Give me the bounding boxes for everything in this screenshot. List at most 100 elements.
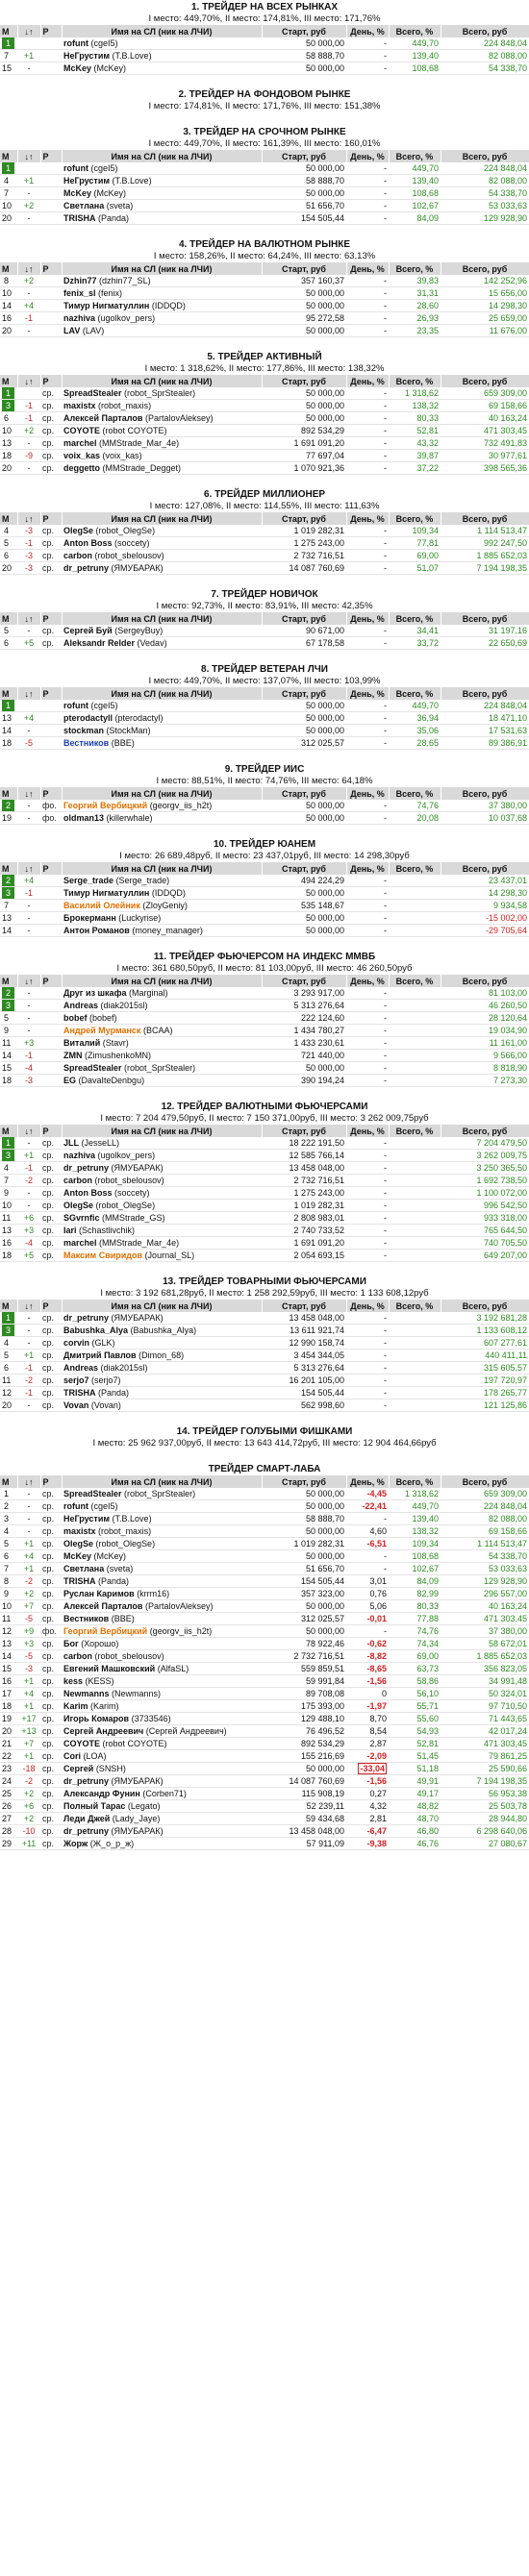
- participant-name-link[interactable]: Виталий: [63, 1038, 100, 1048]
- participant-name-link[interactable]: Брокерманн: [63, 913, 116, 923]
- header-change[interactable]: ↓↑: [17, 150, 41, 162]
- header-market[interactable]: P: [40, 1300, 63, 1312]
- header-market[interactable]: P: [40, 150, 63, 162]
- header-name[interactable]: Имя на СЛ (ник на ЛЧИ): [62, 512, 263, 525]
- header-total[interactable]: Всего, %: [389, 975, 441, 987]
- participant-name-link[interactable]: Anton Boss: [63, 538, 113, 548]
- participant-name-link[interactable]: dr_petruny: [63, 1313, 109, 1323]
- participant-name-link[interactable]: rofunt: [63, 701, 88, 710]
- header-day[interactable]: День, %: [346, 687, 390, 700]
- participant-name-link[interactable]: Алексей Парталов: [63, 413, 142, 423]
- header-day[interactable]: День, %: [346, 1300, 390, 1312]
- participant-name-link[interactable]: dr_petruny: [63, 1826, 109, 1836]
- participant-name-link[interactable]: Игорь Комаров: [63, 1714, 129, 1723]
- header-market[interactable]: P: [40, 512, 63, 525]
- header-start[interactable]: Старт, руб: [262, 512, 347, 525]
- participant-name-link[interactable]: Леди Джей: [63, 1814, 110, 1823]
- header-place[interactable]: М: [0, 150, 18, 162]
- participant-name-link[interactable]: McKey: [63, 188, 91, 198]
- participant-name-link[interactable]: Василий Олейник: [63, 901, 140, 910]
- participant-name-link[interactable]: Вестников: [63, 738, 109, 748]
- header-place[interactable]: М: [0, 1125, 18, 1137]
- header-total[interactable]: Всего, %: [389, 1300, 441, 1312]
- participant-name-link[interactable]: stockman: [63, 726, 104, 735]
- participant-name-link[interactable]: Полный Тарас: [63, 1801, 125, 1811]
- header-day[interactable]: День, %: [346, 375, 390, 387]
- participant-name-link[interactable]: Andreas: [63, 1363, 98, 1373]
- participant-name-link[interactable]: kess: [63, 1676, 83, 1686]
- header-day[interactable]: День, %: [346, 612, 390, 625]
- participant-name-link[interactable]: SpreadStealer: [63, 1489, 122, 1499]
- header-rub[interactable]: Всего, руб: [441, 25, 529, 37]
- participant-name-link[interactable]: rofunt: [63, 38, 88, 48]
- participant-name-link[interactable]: Светлана: [63, 201, 104, 211]
- participant-name-link[interactable]: rofunt: [63, 163, 88, 173]
- header-rub[interactable]: Всего, руб: [441, 512, 529, 525]
- header-name[interactable]: Имя на СЛ (ник на ЛЧИ): [62, 687, 263, 700]
- participant-name-link[interactable]: Максим Свиридов: [63, 1251, 142, 1260]
- header-rub[interactable]: Всего, руб: [441, 1475, 529, 1488]
- header-place[interactable]: М: [0, 512, 18, 525]
- header-place[interactable]: М: [0, 375, 18, 387]
- participant-name-link[interactable]: SGvrnfic: [63, 1213, 100, 1223]
- header-place[interactable]: М: [0, 787, 18, 800]
- header-market[interactable]: P: [40, 787, 63, 800]
- header-total[interactable]: Всего, %: [389, 787, 441, 800]
- participant-name-link[interactable]: Сергей Андреевич: [63, 1726, 143, 1736]
- participant-name-link[interactable]: Друг из шкафа: [63, 988, 126, 998]
- header-total[interactable]: Всего, %: [389, 1125, 441, 1137]
- header-rub[interactable]: Всего, руб: [441, 262, 529, 275]
- participant-name-link[interactable]: nazhiva: [63, 313, 95, 323]
- header-name[interactable]: Имя на СЛ (ник на ЛЧИ): [62, 1300, 263, 1312]
- header-market[interactable]: P: [40, 975, 63, 987]
- participant-name-link[interactable]: dr_petruny: [63, 1163, 109, 1173]
- header-rub[interactable]: Всего, руб: [441, 687, 529, 700]
- header-total[interactable]: Всего, %: [389, 150, 441, 162]
- participant-name-link[interactable]: pterodactyll: [63, 713, 113, 723]
- participant-name-link[interactable]: deggetto: [63, 463, 100, 473]
- header-day[interactable]: День, %: [346, 512, 390, 525]
- participant-name-link[interactable]: Dzhin77: [63, 276, 97, 285]
- participant-name-link[interactable]: Вестников: [63, 1614, 109, 1623]
- participant-name-link[interactable]: corvin: [63, 1338, 89, 1348]
- header-name[interactable]: Имя на СЛ (ник на ЛЧИ): [62, 787, 263, 800]
- header-change[interactable]: ↓↑: [17, 25, 41, 37]
- participant-name-link[interactable]: ZMN: [63, 1051, 83, 1060]
- header-market[interactable]: P: [40, 862, 63, 875]
- header-change[interactable]: ↓↑: [17, 787, 41, 800]
- participant-name-link[interactable]: НеГрустим: [63, 1514, 110, 1523]
- participant-name-link[interactable]: bobef: [63, 1013, 88, 1023]
- header-start[interactable]: Старт, руб: [262, 787, 347, 800]
- participant-name-link[interactable]: COYOTE: [63, 426, 100, 435]
- header-market[interactable]: P: [40, 25, 63, 37]
- header-market[interactable]: P: [40, 1125, 63, 1137]
- header-day[interactable]: День, %: [346, 787, 390, 800]
- header-rub[interactable]: Всего, руб: [441, 787, 529, 800]
- participant-name-link[interactable]: Iari: [63, 1226, 77, 1235]
- participant-name-link[interactable]: TRISHA: [63, 1576, 96, 1586]
- header-change[interactable]: ↓↑: [17, 1300, 41, 1312]
- participant-name-link[interactable]: TRISHA: [63, 213, 96, 223]
- header-change[interactable]: ↓↑: [17, 262, 41, 275]
- header-day[interactable]: День, %: [346, 25, 390, 37]
- participant-name-link[interactable]: dr_petruny: [63, 563, 109, 573]
- participant-name-link[interactable]: Руслан Каримов: [63, 1589, 135, 1598]
- header-place[interactable]: М: [0, 262, 18, 275]
- participant-name-link[interactable]: carbon: [63, 551, 92, 560]
- header-day[interactable]: День, %: [346, 862, 390, 875]
- participant-name-link[interactable]: Anton Boss: [63, 1188, 113, 1198]
- participant-name-link[interactable]: Сергей Буй: [63, 626, 113, 635]
- participant-name-link[interactable]: SpreadStealer: [63, 388, 122, 398]
- participant-name-link[interactable]: Георгий Вербицкий: [63, 1626, 147, 1636]
- participant-name-link[interactable]: voix_kas: [63, 451, 100, 460]
- header-total[interactable]: Всего, %: [389, 687, 441, 700]
- participant-name-link[interactable]: Андрей Мурманск: [63, 1026, 140, 1035]
- header-market[interactable]: P: [40, 375, 63, 387]
- header-change[interactable]: ↓↑: [17, 862, 41, 875]
- header-change[interactable]: ↓↑: [17, 512, 41, 525]
- participant-name-link[interactable]: Vovan: [63, 1400, 88, 1410]
- header-name[interactable]: Имя на СЛ (ник на ЛЧИ): [62, 862, 263, 875]
- header-change[interactable]: ↓↑: [17, 1475, 41, 1488]
- participant-name-link[interactable]: dr_petruny: [63, 1776, 109, 1786]
- header-day[interactable]: День, %: [346, 1125, 390, 1137]
